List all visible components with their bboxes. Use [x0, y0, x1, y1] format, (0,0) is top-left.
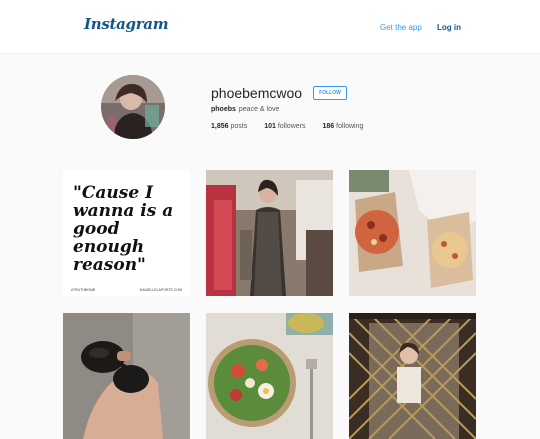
post-thumbnail[interactable] [206, 170, 333, 296]
posts-stat: 1,856 posts [211, 123, 247, 130]
posts-count: 1,856 [211, 123, 229, 130]
post-quote-footer: #TRUTHBOMB DANIELLELAPORTE.COM [71, 288, 182, 292]
post-thumbnail[interactable] [349, 313, 476, 439]
instagram-logo[interactable]: Instagram [84, 15, 169, 33]
profile-username: phoebemcwoo [211, 85, 303, 101]
profile-bio: phoebs peace & love [211, 106, 279, 113]
profile-stats: 1,856 posts 101 followers 186 following [211, 123, 380, 130]
profile-description: peace & love [238, 106, 280, 113]
post-thumbnail[interactable] [206, 313, 333, 439]
post-quote-source: DANIELLELAPORTE.COM [139, 288, 182, 292]
profile-full-name: phoebs [211, 106, 236, 113]
follow-button[interactable]: FOLLOW [313, 86, 347, 100]
followers-stat[interactable]: 101 followers [264, 123, 305, 130]
post-quote-text: "Cause I wanna is a good enough reason" [73, 183, 174, 275]
followers-label: followers [277, 123, 306, 130]
top-nav-bar: Instagram Get the app Log in [0, 0, 540, 54]
profile-avatar [101, 75, 165, 139]
post-thumbnail[interactable]: "Cause I wanna is a good enough reason" … [63, 170, 190, 296]
get-app-link[interactable]: Get the app [380, 23, 422, 32]
following-stat[interactable]: 186 following [322, 123, 363, 130]
following-label: following [336, 123, 364, 130]
following-count: 186 [322, 123, 335, 130]
posts-label: posts [230, 123, 248, 130]
post-thumbnail[interactable] [349, 170, 476, 296]
login-link[interactable]: Log in [437, 23, 461, 32]
post-thumbnail[interactable] [63, 313, 190, 439]
followers-count: 101 [264, 123, 276, 130]
post-quote-hashtag: #TRUTHBOMB [71, 288, 96, 292]
